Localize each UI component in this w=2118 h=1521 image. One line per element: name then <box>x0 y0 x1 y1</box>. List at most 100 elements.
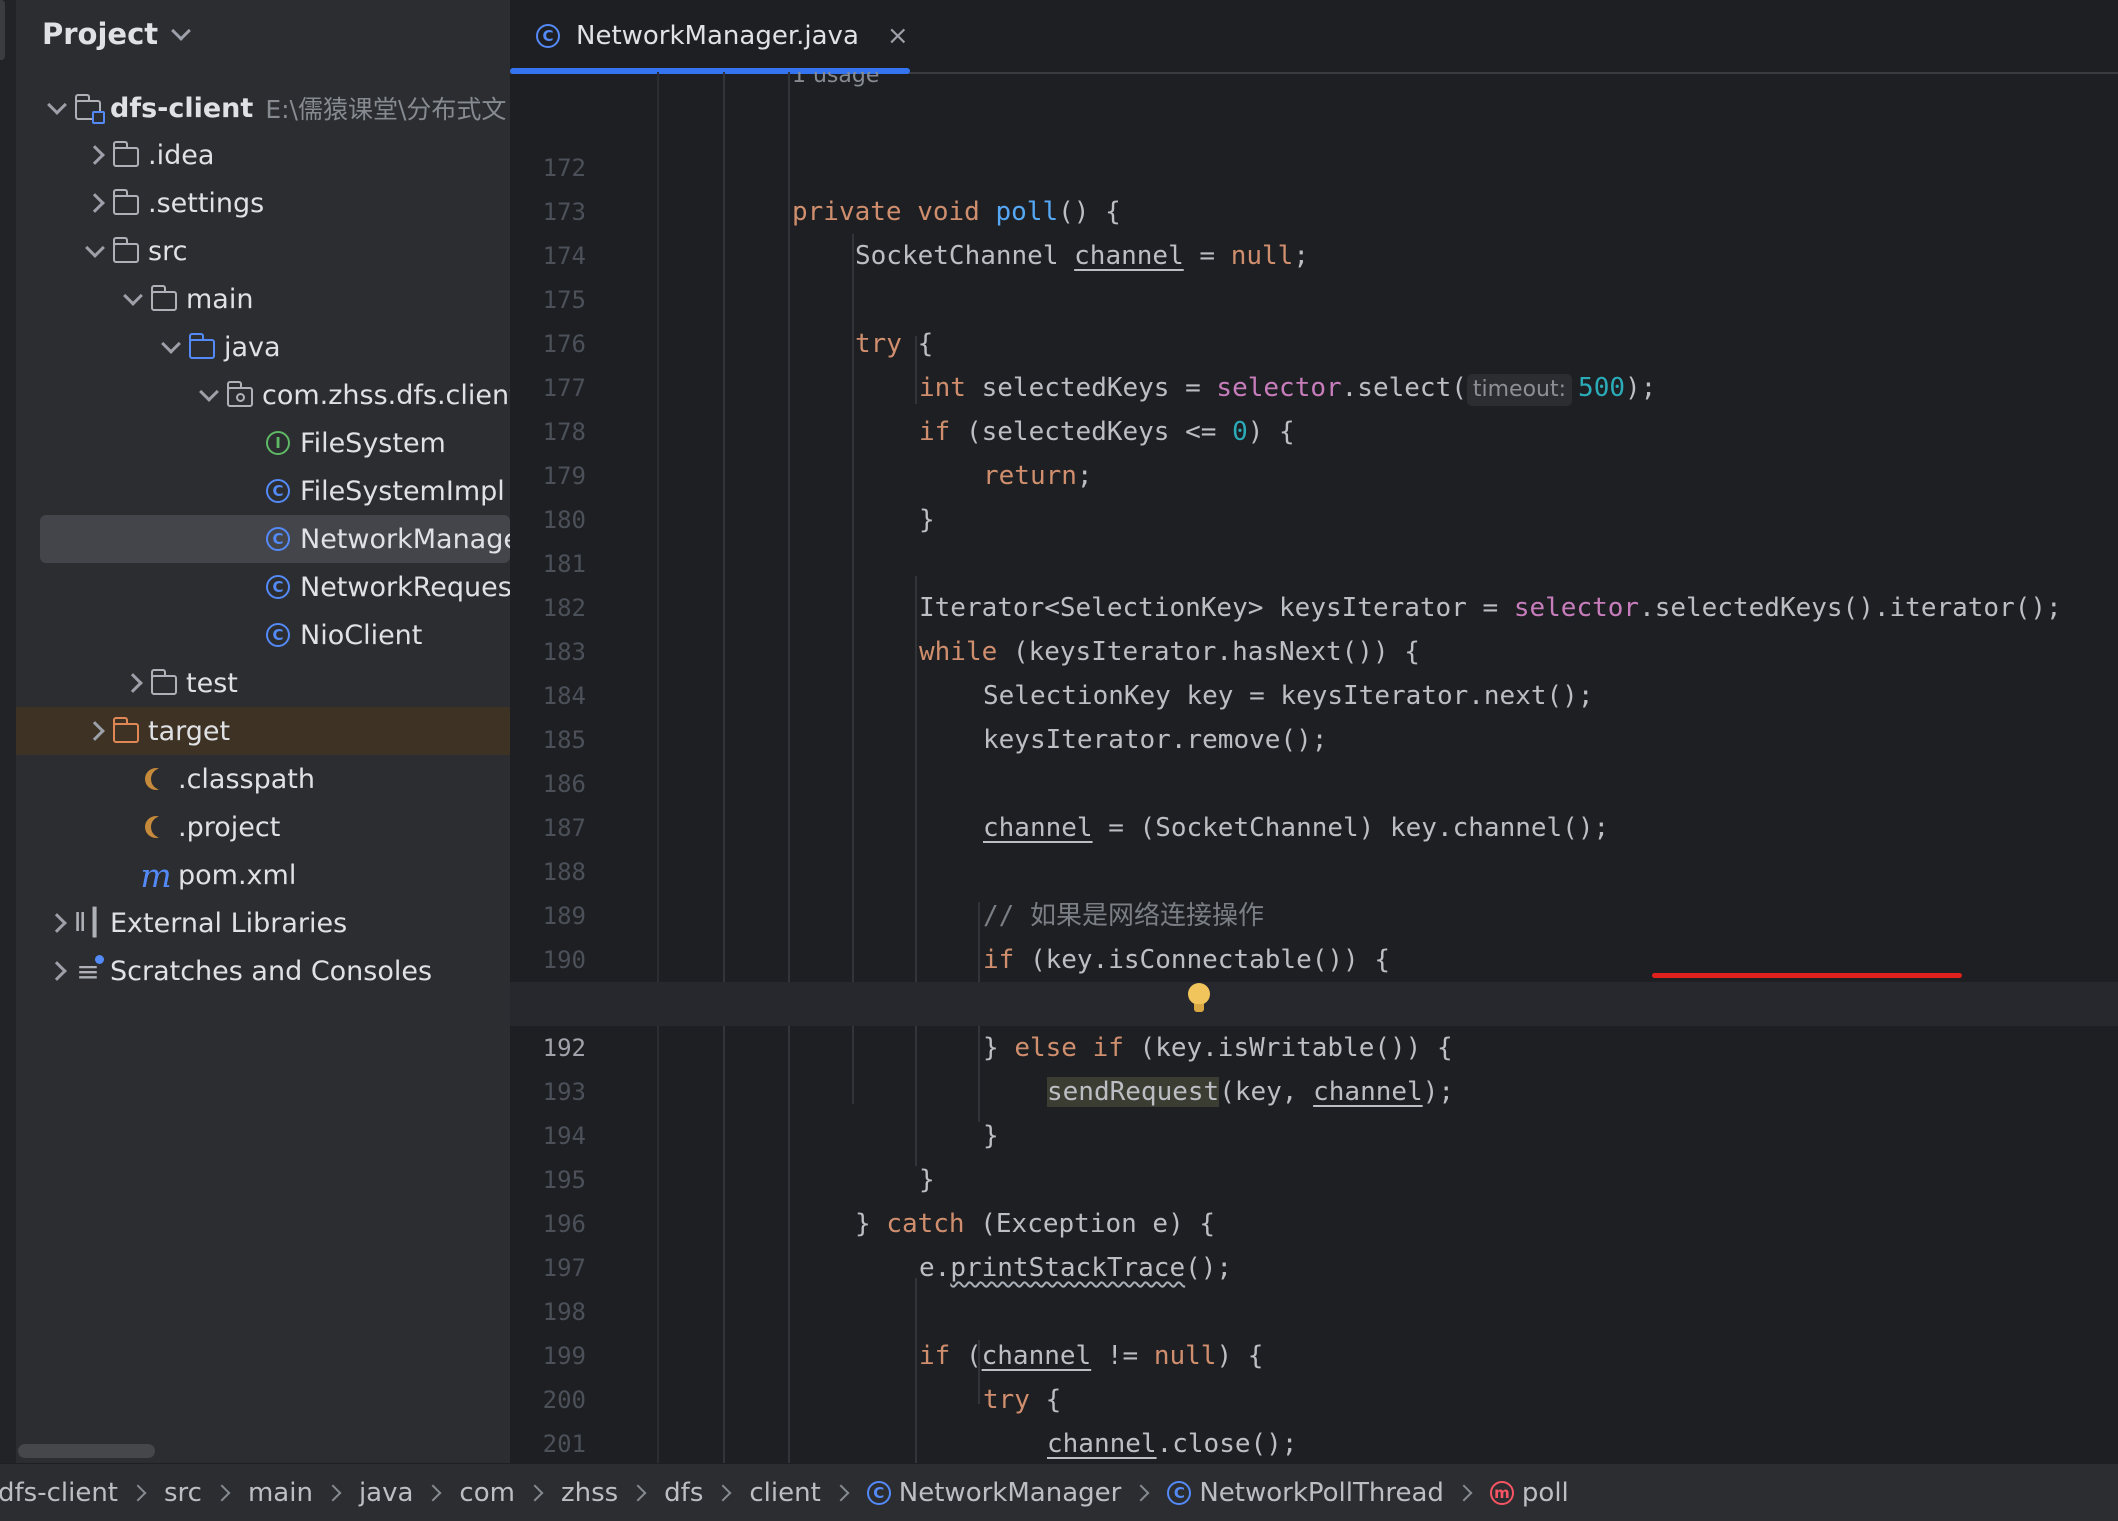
tree-item-pom[interactable]: m pom.xml <box>16 851 510 899</box>
chevron-down-icon[interactable] <box>80 236 110 266</box>
breadcrumb-item[interactable]: dfs-client <box>0 1478 118 1508</box>
tree-item-dfs-client[interactable]: dfs-client E:\儒猿课堂\分布式文 <box>16 84 510 132</box>
lightbulb-icon[interactable] <box>1188 983 1210 1013</box>
chevron-right-icon[interactable] <box>80 716 110 746</box>
breadcrumb-item[interactable]: com <box>459 1478 515 1508</box>
tree-item-label: NioClient <box>300 619 423 651</box>
code-line: 182 while (keysIterator.hasNext()) { <box>542 594 1420 667</box>
folder-icon <box>110 235 142 267</box>
tree-item-path: E:\儒猿课堂\分布式文 <box>265 95 507 124</box>
chevron-right-icon[interactable] <box>42 956 72 986</box>
tree-item-label: target <box>148 715 231 747</box>
tree-item-label: src <box>148 235 188 267</box>
code-line: 176 int selectedKeys = selector.select(t… <box>510 278 2118 406</box>
chevron-right-icon <box>129 1484 147 1501</box>
code-line: 186 channel = (SocketChannel) key.channe… <box>542 770 1610 843</box>
code-line: 181 Iterator<SelectionKey> keysIterator … <box>542 550 2062 623</box>
chevron-down-icon[interactable] <box>42 93 72 123</box>
tree-item-label: NetworkManage <box>300 523 510 555</box>
folder-icon <box>148 283 180 315</box>
breadcrumb-item-class[interactable]: C NetworkPollThread <box>1167 1478 1444 1508</box>
chevron-right-icon <box>714 1484 732 1501</box>
strip-marker[interactable] <box>0 0 5 60</box>
code-line: 183 SelectionKey key = keysIterator.next… <box>542 638 1594 711</box>
breadcrumb: dfs-client src main java com zhss dfs cl… <box>0 1463 2118 1521</box>
tree-item-package[interactable]: com.zhss.dfs.client <box>16 371 510 419</box>
breadcrumb-item[interactable]: dfs <box>664 1478 703 1508</box>
tree-item-networkrequest[interactable]: C NetworkReques <box>16 563 510 611</box>
tree-item-target[interactable]: target <box>16 707 510 755</box>
breadcrumb-item[interactable]: main <box>248 1478 313 1508</box>
tree-item-label: Scratches and Consoles <box>110 955 433 987</box>
tree-item-nioclient[interactable]: C NioClient <box>16 611 510 659</box>
chevron-right-icon[interactable] <box>80 140 110 170</box>
code-line: 197 <box>542 1254 586 1282</box>
eclipse-icon <box>140 811 173 843</box>
code-line: 201 } catch (IOException e1) { <box>542 1430 586 1458</box>
chevron-right-icon <box>424 1484 442 1501</box>
chevron-right-icon <box>1132 1484 1150 1501</box>
tab-networkmanager-java[interactable]: C NetworkManager.java × <box>510 0 910 74</box>
tree-item-project[interactable]: .project <box>16 803 510 851</box>
editor-tab-bar: C NetworkManager.java × <box>510 0 2118 74</box>
code-line: 194 } <box>542 1122 935 1195</box>
breadcrumb-item[interactable]: client <box>749 1478 820 1508</box>
tree-item-label: External Libraries <box>110 907 348 939</box>
tree-item-classpath[interactable]: .classpath <box>16 755 510 803</box>
breadcrumb-item-class[interactable]: C NetworkManager <box>866 1478 1121 1508</box>
code-line: 174 <box>542 242 586 270</box>
usage-hint[interactable]: 1 usage <box>792 72 879 94</box>
class-icon: C <box>536 24 560 48</box>
code-line: 185 <box>542 726 586 754</box>
tree-item-label: com.zhss.dfs.client <box>262 379 510 411</box>
tree-item-test[interactable]: test <box>16 659 510 707</box>
tree-item-label: FileSystemImpl <box>300 475 505 507</box>
breadcrumb-item[interactable]: src <box>164 1478 202 1508</box>
tree-item-label: .classpath <box>178 763 315 795</box>
project-view-selector[interactable]: Project <box>42 14 192 54</box>
chevron-right-icon[interactable] <box>118 668 148 698</box>
class-icon: C <box>262 475 294 507</box>
tree-item-label: .settings <box>148 187 265 219</box>
chevron-right-icon[interactable] <box>80 188 110 218</box>
tree-item-label: .idea <box>148 139 215 171</box>
chevron-down-icon[interactable] <box>118 284 148 314</box>
close-icon[interactable]: × <box>887 21 909 51</box>
tree-item-filesystemimpl[interactable]: C FileSystemImpl <box>16 467 510 515</box>
horizontal-scrollbar[interactable] <box>18 1444 155 1458</box>
interface-icon: I <box>262 427 294 459</box>
project-title: Project <box>42 17 159 51</box>
excluded-folder-icon <box>110 715 142 747</box>
tree-item-label: NetworkReques <box>300 571 510 603</box>
tree-item-idea[interactable]: .idea <box>16 131 510 179</box>
tree-item-external-libraries[interactable]: Ⅱ┃ External Libraries <box>16 899 510 947</box>
tree-item-settings[interactable]: .settings <box>16 179 510 227</box>
breadcrumb-item-method[interactable]: m poll <box>1489 1478 1569 1508</box>
tree-item-filesystem[interactable]: I FileSystem <box>16 419 510 467</box>
tree-item-networkmanager[interactable]: C NetworkManage <box>40 515 510 563</box>
tree-item-src[interactable]: src <box>16 227 510 275</box>
tree-item-main[interactable]: main <box>16 275 510 323</box>
class-icon: C <box>262 619 294 651</box>
code-line: 173 SocketChannel channel = null; <box>542 198 1309 271</box>
tree-item-label: pom.xml <box>178 859 297 891</box>
tree-item-java[interactable]: java <box>16 323 510 371</box>
chevron-right-icon[interactable] <box>42 908 72 938</box>
chevron-down-icon[interactable] <box>156 332 186 362</box>
tree-item-label: FileSystem <box>300 427 446 459</box>
code-line: 190 finishConnect(key, channel); <box>542 946 1486 1019</box>
tree-item-scratches[interactable]: ≡ Scratches and Consoles <box>16 947 510 995</box>
module-folder-icon <box>72 92 105 124</box>
tree-item-label: main <box>186 283 254 315</box>
editor: C NetworkManager.java × 1 usage 172 priv… <box>510 0 2118 1463</box>
class-icon: C <box>262 571 294 603</box>
code-area[interactable]: 1 usage 172 private void poll() { 173 So… <box>510 72 2118 1463</box>
breadcrumb-item[interactable]: zhss <box>561 1478 618 1508</box>
breadcrumb-item[interactable]: java <box>359 1478 413 1508</box>
tree-item-label: .project <box>178 811 281 843</box>
code-line: 184 keysIterator.remove(); <box>542 682 1328 755</box>
class-icon: C <box>1167 1480 1192 1505</box>
tab-title: NetworkManager.java <box>576 21 859 51</box>
chevron-down-icon[interactable] <box>194 380 224 410</box>
chevron-down-icon <box>171 21 192 41</box>
